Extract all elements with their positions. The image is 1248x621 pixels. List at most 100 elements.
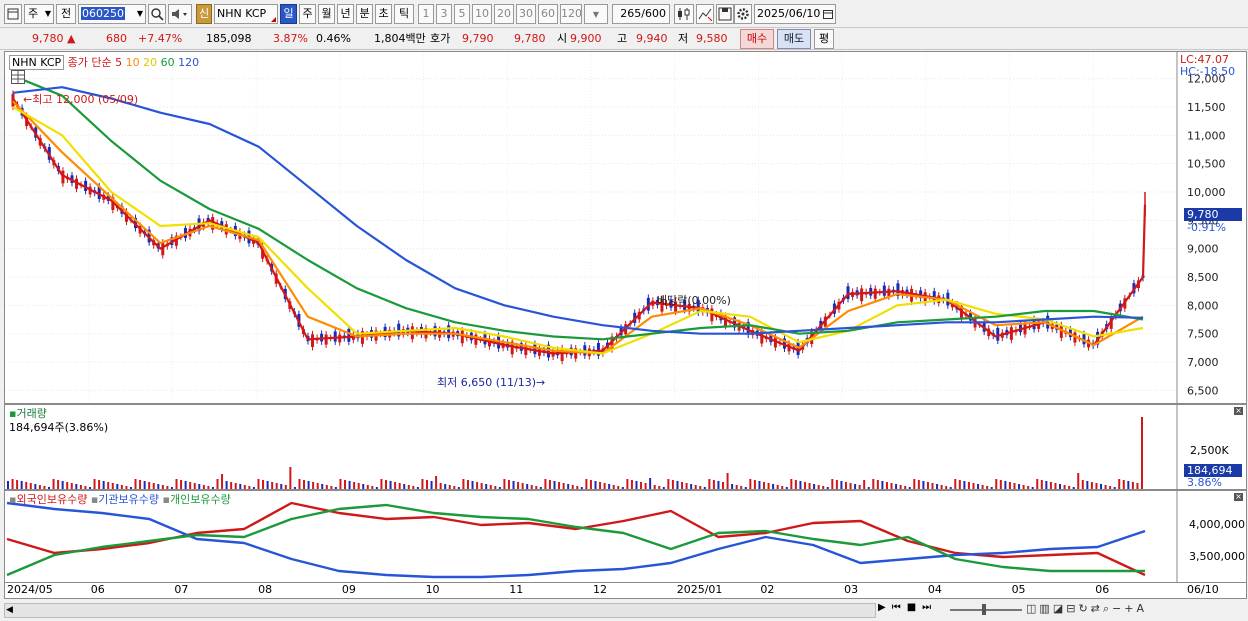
date-field[interactable]: 2025/06/10 (754, 4, 836, 24)
volume-bar (699, 486, 702, 489)
font-size-icon[interactable]: A (1136, 602, 1147, 615)
refresh-icon[interactable]: ↻ (1078, 602, 1090, 615)
plus-icon[interactable]: + (1124, 602, 1136, 615)
volume-bar (1081, 480, 1084, 489)
interval-60-button[interactable]: 60 (538, 4, 558, 24)
volume-bar (803, 482, 806, 489)
interval-30-button[interactable]: 30 (516, 4, 536, 24)
volume-bar (152, 483, 155, 489)
period-month-button[interactable]: 월 (318, 4, 335, 24)
volume-bar (1036, 479, 1039, 489)
interval-20-button[interactable]: 20 (494, 4, 514, 24)
playback-controls[interactable]: ▶⏮■⏭ (878, 602, 937, 613)
close-panel-icon[interactable]: × (1234, 493, 1243, 501)
compare-icon[interactable]: ◫ (1026, 602, 1039, 615)
volume-bar (11, 479, 14, 489)
volume-bar (621, 487, 624, 489)
volume-bar (895, 484, 898, 489)
interval-120-button[interactable]: 120 (560, 4, 582, 24)
rewind-icon[interactable]: ⏮ (892, 602, 907, 613)
gear-icon[interactable] (734, 4, 752, 24)
dividend-annotation: 배당락(0.00%) (657, 294, 731, 307)
volume-bar (1045, 481, 1048, 489)
legend-individual: 개인보유수량 (169, 493, 231, 506)
scroll-left-icon[interactable]: ◀ (6, 605, 13, 615)
period-week-button[interactable]: 주 (299, 4, 316, 24)
tool-icons[interactable]: ◫▥◪⊟↻⇄⌕−+A (1026, 602, 1147, 616)
stock-name-field[interactable]: NHN KCP (214, 4, 278, 24)
volume-bar (553, 481, 556, 489)
period-day-button[interactable]: 일 (280, 4, 297, 24)
play-icon[interactable]: ▶ (878, 602, 892, 613)
volume-bar (357, 483, 360, 489)
interval-1-button[interactable]: 1 (418, 4, 434, 24)
volume-bar (16, 480, 19, 489)
count-field[interactable]: 265/600 (612, 4, 670, 24)
volume-bar (175, 479, 178, 489)
eval-button[interactable]: 평 (814, 29, 834, 49)
interval-10-button[interactable]: 10 (472, 4, 492, 24)
volume-bar (562, 483, 565, 489)
share-icon[interactable]: ⇄ (1091, 602, 1103, 615)
window-icon[interactable] (4, 4, 22, 24)
period-minute-button[interactable]: 분 (356, 4, 373, 24)
prev-button[interactable]: 전 (56, 4, 76, 24)
volume-bar (872, 479, 875, 489)
scrollbar[interactable] (4, 603, 876, 618)
volume-bar (421, 479, 424, 489)
holding-y-tick-2: 3,500,000 (1189, 550, 1245, 563)
volume-panel[interactable]: ▪거래량 184,694주(3.86%) × 2,500K 184,694 3.… (4, 404, 1247, 490)
interval-dropdown[interactable]: ▼ (584, 4, 608, 24)
ma-line-10 (12, 100, 1144, 355)
volume-chart[interactable] (5, 405, 1246, 489)
zoom-icon[interactable]: ⌕ (1103, 602, 1112, 615)
volume-bar (7, 481, 9, 489)
price-legend: NHN KCP 종가 단순 5 10 20 60 120 (9, 54, 199, 70)
volume-bar (166, 486, 169, 489)
market-select[interactable]: 주 ▼ (24, 4, 54, 24)
period-tick-button[interactable]: 틱 (394, 4, 414, 24)
open-label: 시 (557, 32, 568, 45)
volume-bar (425, 480, 428, 489)
volume-bar (662, 487, 665, 489)
interval-3-button[interactable]: 3 (436, 4, 452, 24)
ask-label: 호가 (430, 32, 451, 45)
search-icon[interactable] (148, 4, 166, 24)
volume-bar (926, 482, 929, 489)
x-tick-label: 2025/01 (676, 583, 723, 596)
volume-bar (940, 485, 943, 489)
period-second-button[interactable]: 초 (375, 4, 392, 24)
candle-type-icon[interactable] (674, 4, 694, 24)
period-year-button[interactable]: 년 (337, 4, 354, 24)
split-icon[interactable]: ⊟ (1066, 602, 1078, 615)
table-icon[interactable] (11, 70, 25, 84)
save-icon[interactable] (716, 4, 734, 24)
volume-bar (585, 479, 588, 489)
fast-forward-icon[interactable]: ⏭ (922, 602, 937, 613)
price-panel[interactable]: 12,00011,50011,00010,50010,0009,5009,000… (4, 51, 1247, 404)
volume-bar (353, 482, 356, 489)
volume-bars (7, 405, 1178, 489)
interval-5-button[interactable]: 5 (454, 4, 470, 24)
price-chart[interactable]: 12,00011,50011,00010,50010,0009,5009,000… (5, 52, 1246, 403)
sell-button[interactable]: 매도 (777, 29, 811, 49)
overlay-icon[interactable]: ◪ (1053, 602, 1066, 615)
high-annotation: ←최고 12,000 (05/09) (23, 91, 138, 107)
chevron-down-icon: ▼ (592, 10, 600, 19)
minus-icon[interactable]: − (1112, 602, 1124, 615)
volume-bar (945, 486, 948, 489)
crosshair-icon[interactable] (696, 4, 714, 24)
stop-icon[interactable]: ■ (907, 602, 922, 613)
code-input[interactable]: 060250 ▼ (78, 4, 146, 24)
volume-bar (125, 486, 128, 489)
speaker-icon[interactable] (168, 4, 192, 24)
volume-bar (207, 486, 210, 489)
buy-button[interactable]: 매수 (740, 29, 774, 49)
holding-panel[interactable]: ▪외국인보유수량 ▪기관보유수량 ▪개인보유수량 × 4,000,000 3,5… (4, 490, 1247, 583)
close-panel-icon[interactable]: × (1234, 407, 1243, 415)
volume-bar (899, 485, 902, 489)
zoom-slider[interactable] (950, 609, 1022, 611)
layout-icon[interactable]: ▥ (1039, 602, 1052, 615)
volume-bar (252, 487, 255, 489)
zoom-slider-handle[interactable] (982, 604, 986, 615)
